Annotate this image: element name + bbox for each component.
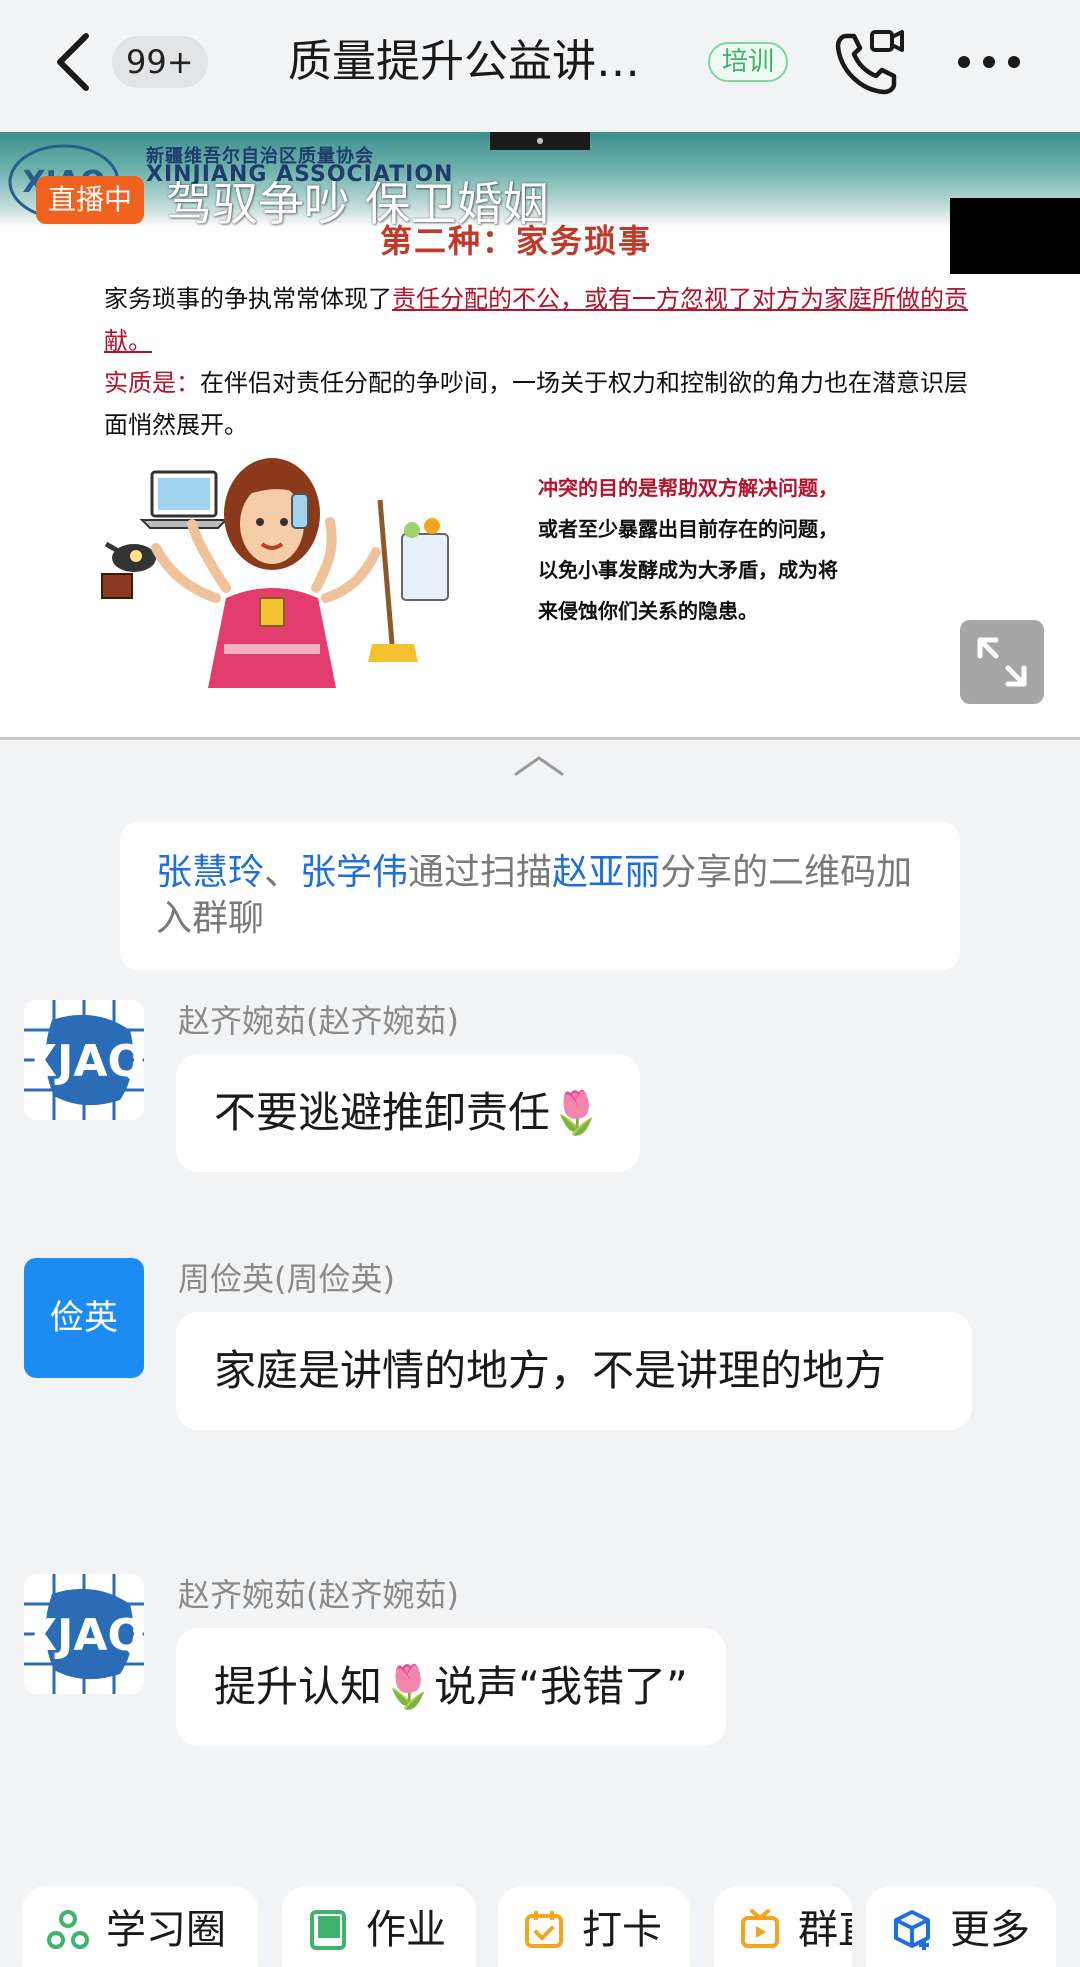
- live-video-player[interactable]: XJAQ 新疆维吾尔自治区质量协会 XINJIANG ASSOCIATION ●…: [0, 132, 1080, 740]
- avatar[interactable]: 俭英: [24, 1258, 144, 1378]
- slide-paragraph-2: 实质是：在伴侣对责任分配的争吵间，一场关于权力和控制欲的角力也在潜意识层面悄然展…: [104, 369, 968, 439]
- slide-paragraph-1: 家务琐事的争执常常体现了责任分配的不公，或有一方忽视了对方为家庭所做的贡献。: [104, 285, 968, 355]
- sender-name: 周俭英(周俭英): [178, 1260, 395, 1298]
- tool-label: 打卡: [582, 1907, 662, 1953]
- message-bubble[interactable]: 家庭是讲情的地方，不是讲理的地方: [176, 1312, 972, 1430]
- chat-title: 质量提升公益讲…: [288, 36, 640, 87]
- member-name-link[interactable]: 赵亚丽: [552, 852, 660, 893]
- tool-label: 作业: [366, 1907, 446, 1953]
- message-bubble[interactable]: 不要逃避推卸责任🌷: [176, 1054, 641, 1172]
- more-cube-icon: [894, 1910, 930, 1950]
- learning-circle-icon: [47, 1910, 89, 1949]
- chevron-left-icon[interactable]: [48, 30, 98, 94]
- more-dots-icon[interactable]: [954, 42, 1024, 82]
- avatar[interactable]: XJAQ: [24, 1000, 144, 1120]
- member-name-link[interactable]: 张学伟: [300, 852, 408, 893]
- training-tag: 培训: [708, 42, 789, 82]
- tool-group-live[interactable]: 群直: [714, 1886, 852, 1967]
- join-notice: 张慧玲、张学伟通过扫描赵亚丽分享的二维码加入群聊: [120, 822, 960, 970]
- phone-video-icon[interactable]: [832, 26, 906, 98]
- live-badge: 直播中: [36, 176, 145, 224]
- tool-label: 更多: [950, 1907, 1030, 1953]
- unread-badge[interactable]: 99+: [112, 36, 208, 88]
- message-bubble[interactable]: 提升认知🌷说声“我错了”: [176, 1628, 726, 1746]
- checkin-icon: [525, 1911, 563, 1948]
- tool-more[interactable]: 更多: [866, 1886, 1056, 1967]
- homework-icon: [310, 1910, 346, 1950]
- chevron-up-icon[interactable]: [512, 752, 566, 778]
- member-name-link[interactable]: 张慧玲: [156, 852, 264, 893]
- svg-text:XJAQ: XJAQ: [24, 1610, 144, 1661]
- svg-text:XJAQ: XJAQ: [24, 1036, 144, 1087]
- tool-homework[interactable]: 作业: [282, 1886, 476, 1967]
- group-live-icon: [741, 1909, 779, 1948]
- tool-checkin[interactable]: 打卡: [498, 1886, 690, 1967]
- sender-name: 赵齐婉茹(赵齐婉茹): [178, 1576, 459, 1614]
- bottom-toolbar: 学习圈 作业 打卡 群直 更多: [0, 1876, 1080, 1967]
- slide-side-note: 冲突的目的是帮助双方解决问题，或者至少暴露出目前存在的问题，以免小事发酵成为大矛…: [538, 476, 838, 623]
- avatar[interactable]: XJAQ: [24, 1574, 144, 1694]
- chat-header: 99+ 质量提升公益讲… 培训: [0, 0, 1080, 132]
- camera-strip: ●: [490, 132, 590, 150]
- tool-label: 学习圈: [106, 1907, 226, 1953]
- redacted-block: [950, 198, 1080, 274]
- tool-learning-circle[interactable]: 学习圈: [22, 1886, 258, 1967]
- housewife-illustration: [101, 458, 449, 688]
- tool-label: 群直: [798, 1907, 852, 1953]
- expand-icon[interactable]: [960, 620, 1044, 704]
- sender-name: 赵齐婉茹(赵齐婉茹): [178, 1002, 459, 1040]
- slide-heading: 第二种：家务琐事: [380, 222, 653, 260]
